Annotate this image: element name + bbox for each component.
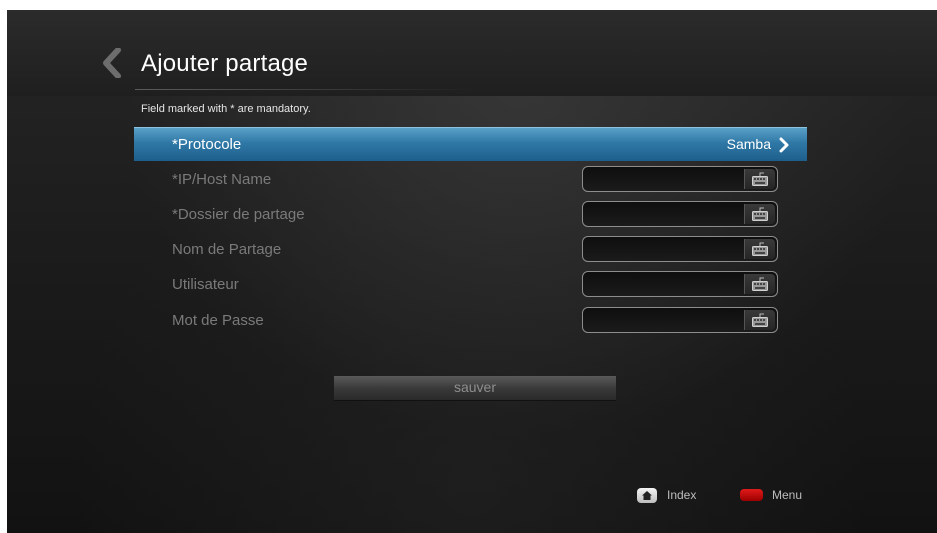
user-row: Utilisateur [134,268,807,301]
keyboard-button[interactable] [744,274,775,294]
screen: Ajouter partage Field marked with * are … [7,10,937,533]
chevron-right-icon [779,137,789,153]
keyboard-icon [752,277,768,291]
back-arrow-icon[interactable] [101,48,123,78]
share-folder-input[interactable] [582,201,778,227]
share-folder-label: *Dossier de partage [172,206,305,223]
home-key-button [637,488,657,503]
share-name-row: Nom de Partage [134,233,807,266]
keyboard-button[interactable] [744,169,775,189]
ip-host-label: *IP/Host Name [172,171,272,188]
protocol-label: *Protocole [172,136,242,153]
password-input[interactable] [582,307,778,333]
protocol-row[interactable]: *Protocole Samba [134,127,807,161]
red-key-icon [740,489,763,501]
protocol-value: Samba [726,136,771,152]
password-row: Mot de Passe [134,304,807,337]
keyboard-button[interactable] [744,239,775,259]
keyboard-icon [752,172,768,186]
save-button[interactable]: sauver [334,376,616,401]
mandatory-note: Field marked with * are mandatory. [141,103,311,115]
share-name-input[interactable] [582,236,778,262]
ip-host-input[interactable] [582,166,778,192]
index-label: Index [667,488,697,502]
user-input[interactable] [582,271,778,297]
ip-host-row: *IP/Host Name [134,163,807,196]
share-name-label: Nom de Partage [172,241,282,258]
menu-label: Menu [772,488,803,502]
keyboard-icon [752,207,768,221]
password-label: Mot de Passe [172,312,264,329]
keyboard-icon [752,313,768,327]
page-title: Ajouter partage [141,50,309,77]
keyboard-button[interactable] [744,204,775,224]
home-icon [642,491,652,500]
keyboard-icon [752,242,768,256]
keyboard-button[interactable] [744,310,775,330]
share-folder-row: *Dossier de partage [134,198,807,231]
user-label: Utilisateur [172,276,239,293]
header-divider [135,89,475,90]
